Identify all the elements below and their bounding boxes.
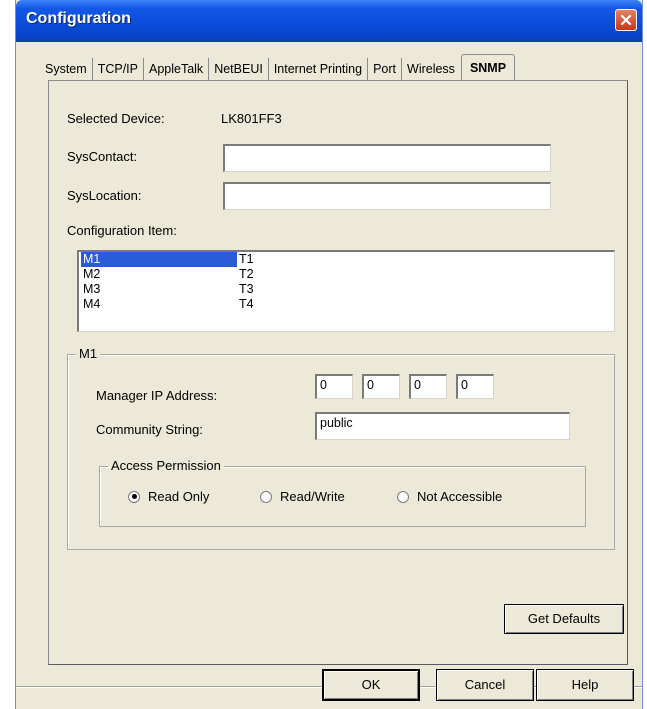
syslocation-label: SysLocation: bbox=[67, 188, 142, 203]
tab-wireless[interactable]: Wireless bbox=[402, 58, 463, 80]
selected-device-label: Selected Device: bbox=[67, 111, 165, 126]
list-item-manager: M1 bbox=[81, 252, 237, 267]
manager-groupbox: M1 Manager IP Address: 0 0 0 0 Community… bbox=[67, 346, 615, 550]
close-icon bbox=[620, 14, 632, 26]
radio-read-write-circle[interactable] bbox=[260, 490, 272, 503]
tab-strip: System TCP/IP AppleTalk NetBEUI Internet… bbox=[40, 54, 516, 80]
get-defaults-button[interactable]: Get Defaults bbox=[504, 604, 624, 634]
community-string-label: Community String: bbox=[96, 422, 203, 437]
tab-appletalk[interactable]: AppleTalk bbox=[144, 58, 210, 80]
configuration-item-label: Configuration Item: bbox=[67, 223, 177, 238]
tab-internet-printing[interactable]: Internet Printing bbox=[269, 58, 369, 80]
ip-octet-1-input[interactable]: 0 bbox=[315, 374, 353, 399]
ip-octet-2-input[interactable]: 0 bbox=[362, 374, 400, 399]
ok-button[interactable]: OK bbox=[322, 669, 420, 701]
list-item-trap: T4 bbox=[239, 297, 254, 311]
radio-read-write-label: Read/Write bbox=[280, 489, 345, 504]
syslocation-input[interactable] bbox=[223, 182, 551, 210]
list-item-trap: T1 bbox=[239, 252, 254, 266]
tab-netbeui[interactable]: NetBEUI bbox=[209, 58, 269, 80]
configuration-window: Configuration System TCP/IP AppleTalk Ne… bbox=[15, 0, 643, 709]
title-bar[interactable]: Configuration bbox=[16, 0, 642, 42]
list-item[interactable]: M2 T2 bbox=[79, 267, 614, 282]
ip-octet-3-input[interactable]: 0 bbox=[409, 374, 447, 399]
list-item[interactable]: M1 T1 bbox=[79, 252, 614, 267]
radio-not-accessible-label: Not Accessible bbox=[417, 489, 503, 504]
list-item-manager: M4 bbox=[83, 297, 101, 311]
configuration-item-list[interactable]: M1 T1 M2 T2 M3 T3 M4 T4 bbox=[77, 250, 615, 332]
list-item-manager: M2 bbox=[83, 267, 101, 281]
syscontact-label: SysContact: bbox=[67, 149, 138, 164]
syscontact-input[interactable] bbox=[223, 144, 551, 172]
list-item-trap: T2 bbox=[239, 267, 254, 281]
community-string-input[interactable]: public bbox=[315, 412, 570, 440]
selected-device-value: LK801FF3 bbox=[221, 111, 282, 126]
ip-octet-4-input[interactable]: 0 bbox=[456, 374, 494, 399]
radio-selected-dot bbox=[131, 494, 137, 499]
access-permission-groupbox: Access Permission Read Only Read/Write N… bbox=[99, 458, 586, 527]
manager-ip-label: Manager IP Address: bbox=[96, 388, 218, 403]
snmp-panel: Selected Device: LK801FF3 SysContact: Sy… bbox=[48, 80, 628, 665]
tab-tcpip[interactable]: TCP/IP bbox=[93, 58, 144, 80]
close-button[interactable] bbox=[615, 9, 637, 31]
radio-not-accessible[interactable]: Not Accessible bbox=[397, 489, 502, 504]
tab-system[interactable]: System bbox=[40, 58, 93, 80]
radio-not-accessible-circle[interactable] bbox=[397, 490, 409, 503]
window-title: Configuration bbox=[26, 10, 131, 27]
radio-read-only-label: Read Only bbox=[148, 489, 210, 504]
list-item[interactable]: M3 T3 bbox=[79, 282, 614, 297]
access-permission-title: Access Permission bbox=[108, 458, 224, 473]
tab-snmp[interactable]: SNMP bbox=[460, 54, 516, 80]
cancel-button[interactable]: Cancel bbox=[436, 669, 534, 701]
tab-port[interactable]: Port bbox=[368, 58, 403, 80]
radio-read-write[interactable]: Read/Write bbox=[260, 489, 345, 504]
list-item[interactable]: M4 T4 bbox=[79, 297, 614, 312]
manager-group-title: M1 bbox=[76, 346, 101, 361]
list-item-trap: T3 bbox=[239, 282, 254, 296]
help-button[interactable]: Help bbox=[536, 669, 634, 701]
radio-read-only-circle[interactable] bbox=[128, 490, 140, 503]
radio-read-only[interactable]: Read Only bbox=[128, 489, 209, 504]
list-item-manager: M3 bbox=[83, 282, 101, 296]
